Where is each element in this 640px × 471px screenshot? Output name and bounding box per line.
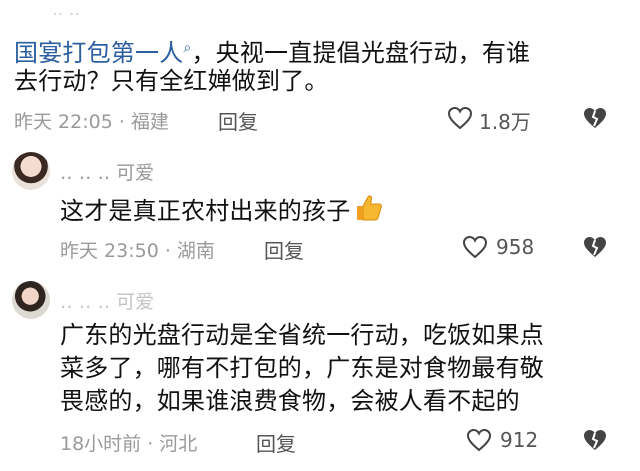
comment-3-dislike-icon[interactable] <box>582 428 608 452</box>
comment-3-line1: 广东的光盘行动是全省统一行动，吃饭如果点 <box>60 321 544 349</box>
thumbs-up-icon <box>354 193 384 223</box>
comment-1-text: 国宴打包第一人⌕，央视一直提倡光盘行动，有谁 <box>14 33 634 69</box>
comment-1-like-count: 1.8万 <box>479 110 531 134</box>
comment-2-meta: 昨天 23:50 · 湖南 <box>60 240 215 262</box>
comment-3-like-icon[interactable] <box>466 428 492 452</box>
comment-3-line2: 菜多了，哪有不打包的，广东是对食物最有敬 <box>60 354 544 382</box>
comment-1-like-icon[interactable] <box>447 106 473 130</box>
comment-2-like-icon[interactable] <box>462 235 488 259</box>
faded-username: ‥ ‥ <box>52 0 81 20</box>
comment-1-text-part: ，央视一直提倡光盘行动，有谁 <box>191 39 531 67</box>
comment-2-dislike-icon[interactable] <box>582 235 608 259</box>
comment-2-like-count: 958 <box>496 235 535 259</box>
comment-1-meta: 昨天 22:05 · 福建 <box>14 111 169 133</box>
avatar[interactable] <box>12 152 50 190</box>
comment-3-like-count: 912 <box>500 428 539 452</box>
comment-1-reply-button[interactable]: 回复 <box>218 106 258 135</box>
mention-link[interactable]: 国宴打包第一人 <box>14 39 183 67</box>
comment-2-text: 这才是真正农村出来的孩子 <box>60 193 384 227</box>
comment-3-username[interactable]: ‥ ‥ ‥ 可爱 <box>60 287 154 314</box>
avatar[interactable] <box>12 281 50 319</box>
comment-1-line2: 去行动？只有全红婵做到了。 <box>14 67 329 95</box>
comment-2-text-content: 这才是真正农村出来的孩子 <box>60 197 351 225</box>
comment-3-reply-button[interactable]: 回复 <box>256 428 296 457</box>
comment-3-line3: 畏感的，如果谁浪费食物，会被人看不起的 <box>60 387 520 415</box>
comment-3-meta: 18小时前 · 河北 <box>60 433 198 455</box>
comment-2-reply-button[interactable]: 回复 <box>264 235 304 264</box>
comment-1-dislike-icon[interactable] <box>582 106 608 130</box>
comment-2-username[interactable]: ‥ ‥ ‥ 可爱 <box>60 158 154 185</box>
